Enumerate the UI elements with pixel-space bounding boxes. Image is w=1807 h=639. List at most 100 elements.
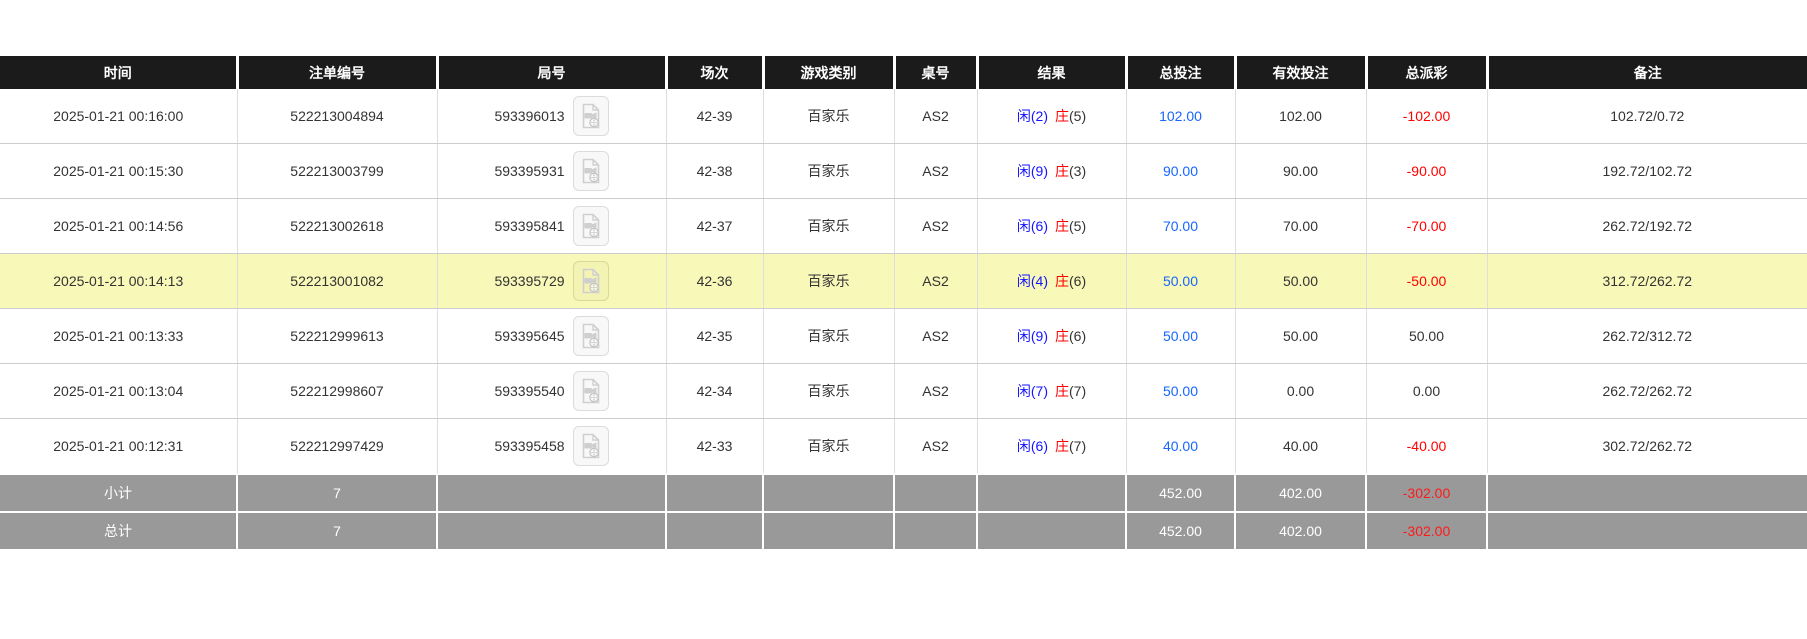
cell-bet-id: 522213003799 (237, 143, 438, 199)
cell-game-type: 百家乐 (763, 89, 895, 144)
summary-empty-cell (893, 511, 978, 551)
table-row[interactable]: 2025-01-21 00:16:00 522213004894 593396013… (0, 89, 1807, 144)
video-replay-icon[interactable] (572, 371, 609, 411)
cell-time: 2025-01-21 00:15:30 (0, 143, 238, 199)
video-replay-icon[interactable] (572, 206, 609, 246)
cell-time: 2025-01-21 00:14:56 (0, 198, 238, 254)
col-header-table-no: 桌号 (892, 56, 977, 89)
cell-game-type: 百家乐 (763, 253, 895, 309)
cell-table-no: AS2 (894, 198, 978, 254)
result-banker: 庄 (1055, 108, 1069, 124)
col-header-result: 结果 (975, 56, 1126, 89)
cell-remark: 192.72/102.72 (1487, 143, 1807, 199)
summary-empty-cell (976, 511, 1127, 551)
grand-total-total-payout: -302.00 (1365, 511, 1488, 551)
summary-empty-cell (762, 511, 895, 551)
video-replay-icon[interactable] (572, 96, 609, 136)
cell-valid-bet: 0.00 (1235, 363, 1367, 419)
video-replay-icon[interactable] (572, 316, 609, 356)
cell-session: 42-38 (666, 143, 764, 199)
cell-table-no: AS2 (894, 253, 978, 309)
result-player: 闲(7) (1016, 383, 1048, 399)
video-replay-icon[interactable] (572, 151, 609, 191)
cell-remark: 262.72/312.72 (1487, 308, 1807, 364)
cell-bet-id: 522212999613 (237, 308, 438, 364)
cell-game-type: 百家乐 (763, 363, 895, 419)
result-player: 闲(2) (1016, 108, 1048, 124)
table-row[interactable]: 2025-01-21 00:12:31 522212997429 593395458… (0, 418, 1807, 475)
col-header-round-id: 局号 (435, 56, 666, 89)
cell-total-payout: -50.00 (1366, 253, 1488, 309)
cell-time: 2025-01-21 00:13:04 (0, 363, 238, 419)
result-banker-points: (7) (1069, 383, 1087, 399)
cell-result: 闲(2) 庄(5) (977, 89, 1127, 144)
cell-session: 42-33 (666, 418, 764, 475)
cell-table-no: AS2 (894, 418, 978, 475)
result-banker-points: (7) (1069, 438, 1087, 454)
cell-time: 2025-01-21 00:14:13 (0, 253, 238, 309)
grand-total-total-bet: 452.00 (1125, 511, 1236, 551)
summary-empty-cell (1486, 511, 1807, 551)
result-banker: 庄 (1055, 163, 1069, 179)
cell-valid-bet: 40.00 (1235, 418, 1367, 475)
round-id-text: 593395931 (494, 163, 565, 179)
grand-total-count: 7 (236, 511, 438, 551)
summary-empty-cell (1486, 473, 1807, 513)
cell-bet-id: 522213004894 (237, 89, 438, 144)
col-header-total-payout: 总派彩 (1364, 56, 1487, 89)
cell-game-type: 百家乐 (763, 143, 895, 199)
table-row[interactable]: 2025-01-21 00:14:13 522213001082 593395729… (0, 253, 1807, 309)
cell-game-type: 百家乐 (763, 418, 895, 475)
cell-table-no: AS2 (894, 363, 978, 419)
video-replay-icon[interactable] (572, 261, 609, 301)
cell-total-payout: 0.00 (1366, 363, 1488, 419)
result-banker-points: (6) (1069, 328, 1087, 344)
table-row[interactable]: 2025-01-21 00:15:30 522213003799 593395931… (0, 143, 1807, 199)
table-row[interactable]: 2025-01-21 00:14:56 522213002618 593395841… (0, 198, 1807, 254)
result-player: 闲(4) (1016, 273, 1048, 289)
cell-game-type: 百家乐 (763, 198, 895, 254)
subtotal-valid-bet: 402.00 (1234, 473, 1367, 513)
cell-round-id: 593395729 (437, 253, 667, 309)
round-id-text: 593395841 (494, 218, 565, 234)
col-header-bet-id: 注单编号 (235, 56, 437, 89)
subtotal-total-bet: 452.00 (1125, 473, 1236, 513)
cell-total-bet: 90.00 (1126, 143, 1236, 199)
cell-total-payout: -40.00 (1366, 418, 1488, 475)
video-replay-icon[interactable] (572, 426, 609, 466)
grand-total-valid-bet: 402.00 (1234, 511, 1367, 551)
table-row[interactable]: 2025-01-21 00:13:33 522212999613 593395645… (0, 308, 1807, 364)
summary-empty-cell (665, 511, 764, 551)
cell-table-no: AS2 (894, 89, 978, 144)
cell-result: 闲(9) 庄(6) (977, 308, 1127, 364)
col-header-game-type: 游戏类别 (761, 56, 894, 89)
cell-valid-bet: 90.00 (1235, 143, 1367, 199)
cell-round-id: 593395458 (437, 418, 667, 475)
cell-total-payout: -102.00 (1366, 89, 1488, 144)
summary-empty-cell (762, 473, 895, 513)
result-banker: 庄 (1055, 328, 1069, 344)
round-id-text: 593395645 (494, 328, 565, 344)
cell-total-bet: 40.00 (1126, 418, 1236, 475)
col-header-total-bet: 总投注 (1124, 56, 1235, 89)
subtotal-label: 小计 (0, 473, 238, 513)
cell-time: 2025-01-21 00:16:00 (0, 89, 238, 144)
cell-round-id: 593395540 (437, 363, 667, 419)
cell-bet-id: 522213001082 (237, 253, 438, 309)
cell-valid-bet: 102.00 (1235, 89, 1367, 144)
table-row[interactable]: 2025-01-21 00:13:04 522212998607 593395540… (0, 363, 1807, 419)
cell-remark: 262.72/192.72 (1487, 198, 1807, 254)
cell-game-type: 百家乐 (763, 308, 895, 364)
round-id-text: 593395729 (494, 273, 565, 289)
cell-valid-bet: 70.00 (1235, 198, 1367, 254)
result-banker-points: (3) (1069, 163, 1087, 179)
result-banker: 庄 (1055, 218, 1069, 234)
cell-remark: 312.72/262.72 (1487, 253, 1807, 309)
subtotal-row: 小计 7 452.00 402.00 -302.00 (0, 473, 1807, 513)
cell-session: 42-34 (666, 363, 764, 419)
cell-round-id: 593395841 (437, 198, 667, 254)
cell-total-payout: -90.00 (1366, 143, 1488, 199)
cell-remark: 302.72/262.72 (1487, 418, 1807, 475)
summary-empty-cell (436, 473, 667, 513)
cell-result: 闲(9) 庄(3) (977, 143, 1127, 199)
